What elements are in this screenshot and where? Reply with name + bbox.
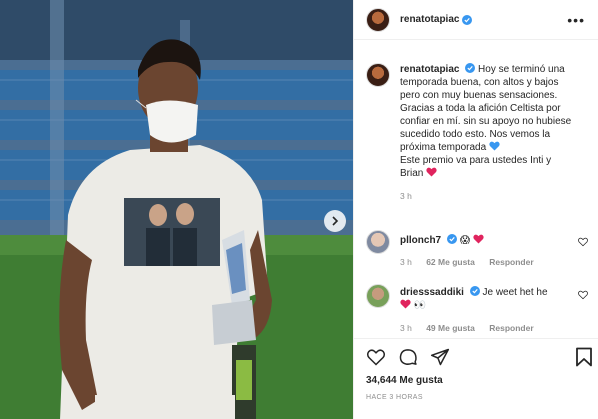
post-photo[interactable] — [0, 0, 353, 419]
verified-icon — [446, 234, 457, 244]
likes-count[interactable]: 34,644 Me gusta — [366, 375, 443, 386]
more-icon[interactable]: ••• — [567, 12, 585, 28]
red-heart-icon — [426, 167, 437, 177]
comment-meta: 3 h 62 Me gusta Responder — [400, 256, 595, 269]
avatar[interactable] — [366, 7, 390, 32]
comment-likes[interactable]: 62 Me gusta — [426, 257, 475, 267]
blue-heart-icon — [489, 141, 500, 151]
share-icon[interactable] — [430, 347, 450, 367]
comment-like-icon[interactable] — [578, 237, 588, 247]
comment-body: driesssaddiki Je weet het he 👀 3 h 49 Me — [400, 284, 595, 335]
comment: pllonch7 😱 3 h 62 Me gusta Responder — [366, 230, 595, 269]
caption-line: sucedido todo esto. Nos vemos la — [400, 129, 551, 140]
comment-avatar[interactable] — [366, 284, 390, 308]
comment-time: 3 h — [400, 257, 412, 267]
next-photo-button[interactable] — [324, 210, 346, 232]
caption-line: Gracias a toda la afición Celtista por — [400, 103, 561, 114]
post-footer: 34,644 Me gusta HACE 3 HORAS — [354, 338, 598, 401]
comment-icon[interactable] — [398, 347, 418, 367]
comment-meta: 3 h 49 Me gusta Responder — [400, 322, 595, 335]
heart-icon[interactable] — [366, 347, 386, 367]
red-heart-icon — [473, 234, 484, 244]
photo-illustration — [0, 0, 353, 419]
post-timestamp: HACE 3 HORAS — [366, 394, 423, 401]
comment-text: Je weet het he — [482, 287, 548, 298]
comment: driesssaddiki Je weet het he 👀 3 h 49 Me — [366, 284, 595, 335]
caption-avatar[interactable] — [366, 63, 390, 87]
caption: renatotapiac Hoy se terminó una temporad… — [366, 63, 595, 203]
caption-username[interactable]: renatotapiac — [400, 64, 459, 75]
caption-line: temporada buena, con altos y bajos — [400, 77, 559, 88]
post-panel: renatotapiac ••• renatotapiac Hoy se ter… — [353, 0, 598, 419]
comment-emoji: 👀 — [413, 300, 427, 311]
comment-likes[interactable]: 49 Me gusta — [426, 323, 475, 333]
reply-button[interactable]: Responder — [489, 257, 533, 267]
caption-meta: 3 h — [400, 190, 595, 203]
next-icon — [332, 216, 339, 226]
caption-line: Hoy se terminó una — [478, 64, 565, 75]
verified-icon — [469, 286, 480, 296]
caption-line: Este premio va para ustedes Inti y — [400, 155, 552, 166]
comment-username[interactable]: driesssaddiki — [400, 287, 464, 298]
reply-button[interactable]: Responder — [489, 323, 533, 333]
verified-icon — [462, 14, 473, 25]
comment-username[interactable]: pllonch7 — [400, 235, 441, 246]
comment-emoji: 😱 — [459, 235, 471, 246]
caption-line: Brian — [400, 168, 424, 179]
caption-time: 3 h — [400, 191, 412, 201]
comment-avatar[interactable] — [366, 230, 390, 254]
comment-time: 3 h — [400, 323, 412, 333]
post-header: renatotapiac ••• — [354, 0, 598, 40]
header-username[interactable]: renatotapiac — [400, 14, 459, 25]
red-heart-icon — [400, 299, 411, 309]
caption-line: pero con muy buenas sensaciones. — [400, 90, 558, 101]
comment-body: pllonch7 😱 3 h 62 Me gusta Responder — [400, 230, 595, 269]
action-bar — [366, 347, 462, 367]
instagram-post: renatotapiac ••• renatotapiac Hoy se ter… — [0, 0, 598, 419]
caption-line: próxima temporada — [400, 142, 487, 153]
save-icon[interactable] — [575, 347, 593, 367]
caption-line: confiar en mí. sin su apoyo no hubiese — [400, 116, 572, 127]
verified-icon — [465, 63, 476, 73]
caption-body: renatotapiac Hoy se terminó una temporad… — [400, 63, 595, 203]
comment-like-icon[interactable] — [578, 290, 588, 300]
